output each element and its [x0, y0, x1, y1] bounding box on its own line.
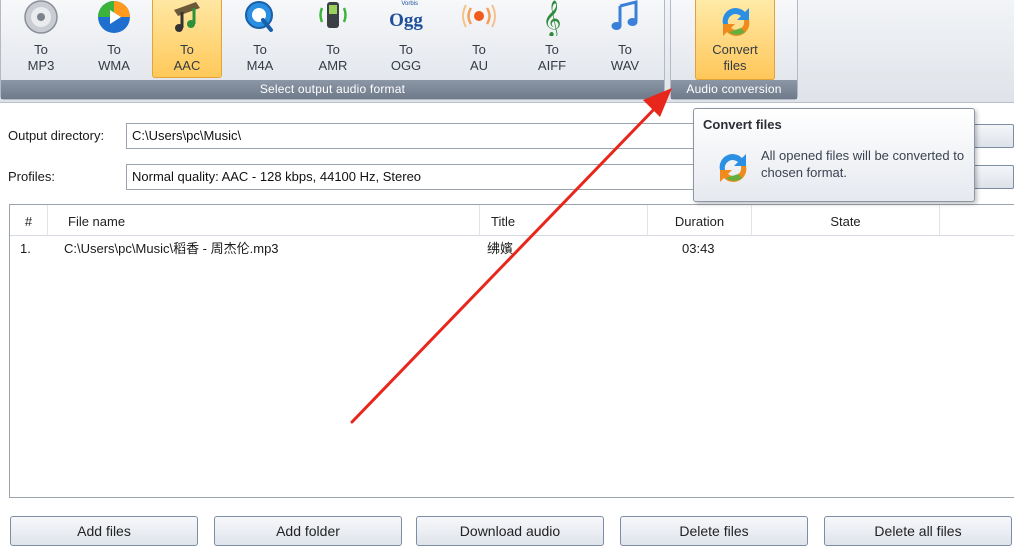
to-au-button[interactable]: To AU — [444, 0, 514, 78]
to-aiff-button[interactable]: 𝄞 To AIFF — [517, 0, 587, 78]
convert-files-button[interactable]: Convert files — [695, 0, 775, 80]
wma-player-icon — [98, 1, 130, 33]
row-title: 绋嬪 — [487, 241, 514, 256]
format-group: To MP3 To WMA To AAC To M4A To AMR Vorbi… — [0, 0, 665, 100]
file-list[interactable]: # File name Title Duration State 1. C:\U… — [9, 204, 1014, 498]
to-aac-button[interactable]: To AAC — [152, 0, 222, 78]
wav-note-icon — [611, 0, 638, 30]
format-group-caption: Select output audio format — [1, 80, 664, 99]
conversion-group: Convert files Audio conversion — [670, 0, 798, 100]
column-state[interactable]: State — [752, 205, 940, 235]
au-wave-icon — [462, 4, 496, 28]
to-wma-button[interactable]: To WMA — [79, 0, 149, 78]
table-row[interactable]: 1. C:\Users\pc\Music\稻香 - 周杰伦.mp3 绋嬪 03:… — [10, 237, 1014, 261]
amr-phone-icon — [319, 2, 347, 28]
column-number[interactable]: # — [10, 205, 48, 235]
to-ogg-button[interactable]: Vorbis Ogg To OGG — [371, 0, 441, 78]
to-wav-button[interactable]: To WAV — [590, 0, 660, 78]
ribbon: To MP3 To WMA To AAC To M4A To AMR Vorbi… — [0, 0, 1014, 103]
to-amr-button[interactable]: To AMR — [298, 0, 368, 78]
svg-text:Ogg: Ogg — [389, 10, 423, 31]
column-title[interactable]: Title — [480, 205, 648, 235]
m4a-quicktime-icon — [245, 1, 273, 32]
aac-note-icon — [174, 2, 200, 32]
svg-text:Vorbis: Vorbis — [401, 1, 418, 7]
aiff-clef-icon: 𝄞 — [543, 0, 562, 36]
conversion-group-caption: Audio conversion — [671, 80, 797, 99]
row-number: 1. — [20, 241, 31, 256]
column-duration[interactable]: Duration — [648, 205, 752, 235]
ogg-vorbis-icon: Vorbis Ogg — [389, 1, 423, 31]
tooltip-body: All opened files will be converted to ch… — [761, 148, 965, 180]
convert-icon — [722, 8, 750, 36]
convert-icon — [719, 154, 747, 182]
profiles-label: Profiles: — [8, 169, 55, 184]
output-directory-label: Output directory: — [8, 128, 105, 143]
list-header: # File name Title Duration State — [10, 205, 1014, 236]
column-file-name[interactable]: File name — [48, 205, 480, 235]
mp3-disc-icon — [24, 0, 58, 34]
to-mp3-button[interactable]: To MP3 — [6, 0, 76, 78]
convert-files-tooltip: Convert files All opened files will be c… — [693, 108, 975, 202]
svg-text:𝄞: 𝄞 — [543, 0, 562, 36]
row-file-name: C:\Users\pc\Music\稻香 - 周杰伦.mp3 — [64, 241, 279, 256]
to-m4a-button[interactable]: To M4A — [225, 0, 295, 78]
tooltip-title: Convert files — [703, 117, 782, 132]
row-duration: 03:43 — [682, 241, 715, 256]
